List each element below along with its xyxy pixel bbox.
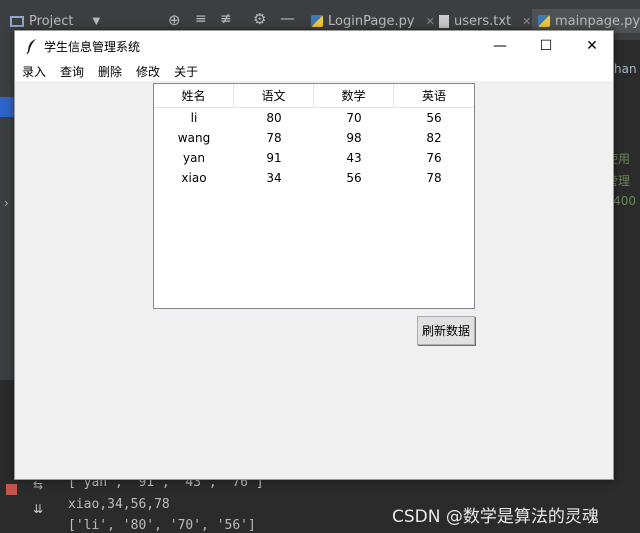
menu-item-query[interactable]: 查询 <box>55 63 89 80</box>
cell-chinese: 80 <box>266 111 282 125</box>
tab-label: users.txt <box>454 13 512 29</box>
menu-bar: 录入 查询 删除 修改 关于 <box>15 61 613 81</box>
rerun-icon[interactable]: ⇆ <box>33 478 43 492</box>
column-header-name[interactable]: 姓名 <box>154 84 234 107</box>
cell-chinese: 78 <box>266 131 282 145</box>
table-row[interactable]: yan 91 43 76 <box>154 148 474 168</box>
text-file-icon <box>439 14 449 28</box>
project-label: Project <box>29 13 74 29</box>
title-bar[interactable]: 学生信息管理系统 — ☐ ✕ <box>15 31 613 61</box>
tk-feather-icon <box>26 39 36 54</box>
python-file-icon <box>538 15 550 27</box>
column-header-chinese[interactable]: 语文 <box>234 84 314 107</box>
cell-english: 56 <box>426 111 442 125</box>
cell-english: 82 <box>426 131 442 145</box>
close-button[interactable]: ✕ <box>569 31 615 61</box>
selected-row-highlight <box>0 97 14 117</box>
close-icon: ✕ <box>586 38 598 54</box>
column-header-math[interactable]: 数学 <box>314 84 394 107</box>
column-header-english[interactable]: 英语 <box>394 84 474 107</box>
collapse-all-icon[interactable]: ≢ <box>220 11 232 27</box>
cell-english: 78 <box>426 171 442 185</box>
minimize-button[interactable]: — <box>477 31 523 61</box>
tab-label: LoginPage.py <box>328 13 415 29</box>
project-icon <box>10 15 24 27</box>
chevron-right-icon[interactable]: › <box>4 196 9 210</box>
tab-label: mainpage.py <box>555 13 640 29</box>
cell-name: yan <box>182 151 206 165</box>
maximize-button[interactable]: ☐ <box>523 31 569 61</box>
cell-name: xiao <box>181 171 207 185</box>
watermark: CSDN @数学是算法的灵魂 <box>392 507 599 527</box>
scroll-to-end-icon[interactable]: ⇊ <box>33 502 43 516</box>
code-fragment: han <box>614 62 637 76</box>
table-row[interactable]: li 80 70 56 <box>154 108 474 128</box>
cell-math: 98 <box>346 131 362 145</box>
menu-item-about[interactable]: 关于 <box>169 63 203 80</box>
console-line: xiao,34,56,78 <box>68 497 170 512</box>
menu-item-enter[interactable]: 录入 <box>17 63 51 80</box>
expand-all-icon[interactable]: ≡ <box>195 11 207 27</box>
editor-area: han 使用 管理 x400 <box>606 40 640 380</box>
minimize-icon: — <box>493 38 507 54</box>
menu-item-delete[interactable]: 删除 <box>93 63 127 80</box>
python-file-icon <box>311 15 323 27</box>
cell-chinese: 34 <box>266 171 282 185</box>
table-row[interactable]: wang 78 98 82 <box>154 128 474 148</box>
table-row[interactable]: xiao 34 56 78 <box>154 168 474 188</box>
cell-math: 56 <box>346 171 362 185</box>
cell-name: li <box>190 111 198 125</box>
app-window: 学生信息管理系统 — ☐ ✕ 录入 查询 删除 修改 关于 姓名 语文 数学 英… <box>14 30 614 480</box>
gear-icon[interactable]: ⚙ <box>253 10 266 28</box>
student-table[interactable]: 姓名 语文 数学 英语 li 80 70 56 wang 78 98 82 ya… <box>153 83 475 309</box>
cell-chinese: 91 <box>266 151 282 165</box>
console-line: ['li', '80', '70', '56'] <box>68 518 256 533</box>
window-title: 学生信息管理系统 <box>44 40 141 54</box>
close-tab-icon[interactable]: ✕ <box>426 15 435 28</box>
cell-math: 43 <box>346 151 362 165</box>
menu-item-modify[interactable]: 修改 <box>131 63 165 80</box>
hide-icon[interactable]: — <box>280 9 295 27</box>
cell-math: 70 <box>346 111 362 125</box>
cell-english: 76 <box>426 151 442 165</box>
cell-name: wang <box>177 131 211 145</box>
refresh-data-button[interactable]: 刷新数据 <box>417 316 475 345</box>
dropdown-arrow-icon[interactable]: ▼ <box>92 16 100 27</box>
stop-icon[interactable] <box>6 484 17 495</box>
table-header: 姓名 语文 数学 英语 <box>154 84 474 108</box>
maximize-icon: ☐ <box>539 38 553 54</box>
close-tab-icon[interactable]: ✕ <box>522 15 531 28</box>
locate-icon[interactable]: ⊕ <box>168 11 181 29</box>
